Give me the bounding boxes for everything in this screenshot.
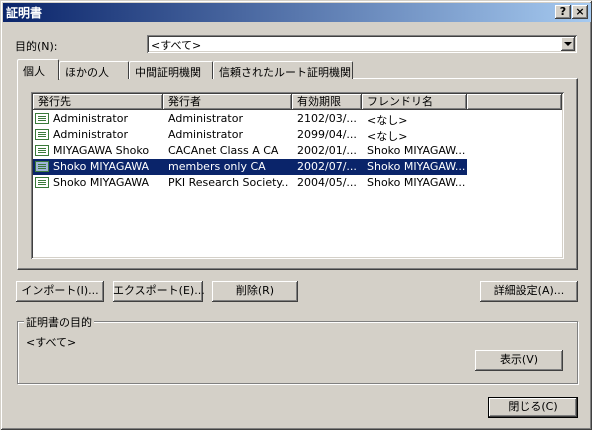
table-row[interactable]: MIYAGAWA Shoko CACAnet Class A CA 2002/0… — [33, 143, 467, 159]
cell-issued-to: MIYAGAWA Shoko — [53, 144, 150, 157]
purposes-value: <すべて> — [26, 336, 77, 349]
help-button[interactable]: ? — [555, 5, 571, 19]
cell-issued-to: Shoko MIYAGAWA — [53, 160, 150, 173]
export-button[interactable]: エクスポート(E)... — [113, 281, 205, 302]
certificate-list[interactable]: 発行先 発行者 有効期限 フレンドリ名 Administrator Admini… — [31, 92, 564, 259]
certificates-dialog: 証明書 ? × 目的(N): <すべて> 個人 ほかの人 中間証明機関 信頼され… — [0, 0, 592, 430]
remove-button[interactable]: 削除(R) — [212, 281, 298, 302]
view-button[interactable]: 表示(V) — [475, 350, 563, 371]
certificate-icon — [35, 113, 49, 124]
table-row[interactable]: Shoko MIYAGAWA PKI Research Society... 2… — [33, 175, 467, 191]
tab-intermediate-ca[interactable]: 中間証明機関 — [129, 61, 213, 79]
cell-friendly-name: Shoko MIYAGAW... — [367, 144, 465, 157]
close-button[interactable]: 閉じる(C) — [488, 397, 578, 418]
column-issued-to[interactable]: 発行先 — [33, 94, 163, 110]
column-expiration[interactable]: 有効期限 — [292, 94, 362, 110]
table-row[interactable]: Administrator Administrator 2099/04/... … — [33, 127, 467, 143]
cell-issued-by: CACAnet Class A CA — [168, 144, 279, 157]
tab-personal[interactable]: 個人 — [17, 59, 59, 80]
cell-issued-to: Administrator — [53, 112, 128, 125]
tab-other-people[interactable]: ほかの人 — [59, 61, 129, 79]
cell-issued-by: Administrator — [168, 128, 243, 141]
table-row[interactable]: Administrator Administrator 2102/03/... … — [33, 111, 467, 127]
cell-issued-to: Administrator — [53, 128, 128, 141]
table-row-selected[interactable]: Shoko MIYAGAWA members only CA 2002/07/.… — [33, 159, 467, 175]
window-title: 証明書 — [6, 6, 43, 20]
advanced-button[interactable]: 詳細設定(A)... — [480, 281, 578, 302]
purpose-value: <すべて> — [151, 39, 202, 52]
cell-issued-to: Shoko MIYAGAWA — [53, 176, 150, 189]
cell-friendly-name: <なし> — [367, 130, 408, 143]
cell-friendly-name: Shoko MIYAGAW... — [367, 160, 465, 173]
import-button[interactable]: インポート(I)... — [16, 281, 104, 302]
cell-expiration: 2002/01/... — [297, 144, 357, 157]
certificate-icon — [35, 129, 49, 140]
title-bar[interactable]: 証明書 ? × — [3, 3, 591, 22]
certificate-icon — [35, 145, 49, 156]
cell-expiration: 2099/04/... — [297, 128, 357, 141]
column-friendly-name[interactable]: フレンドリ名 — [362, 94, 467, 110]
certificate-icon — [35, 177, 49, 188]
certificate-icon — [35, 161, 49, 172]
list-header: 発行先 発行者 有効期限 フレンドリ名 — [33, 94, 562, 110]
cell-friendly-name: <なし> — [367, 114, 408, 127]
purpose-dropdown[interactable]: <すべて> — [147, 35, 577, 53]
cell-issued-by: PKI Research Society... — [168, 176, 288, 189]
tab-trusted-root-ca[interactable]: 信頼されたルート証明機関 — [213, 61, 353, 79]
certificate-purposes-group: 証明書の目的 <すべて> 表示(V) — [17, 314, 578, 384]
group-legend: 証明書の目的 — [24, 314, 94, 330]
cell-expiration: 2002/07/... — [297, 160, 357, 173]
cell-expiration: 2004/05/... — [297, 176, 357, 189]
column-issued-by[interactable]: 発行者 — [163, 94, 292, 110]
chevron-down-icon[interactable] — [561, 37, 575, 51]
cell-expiration: 2102/03/... — [297, 112, 357, 125]
purpose-label: 目的(N): — [15, 40, 58, 53]
column-filler — [467, 94, 562, 110]
cell-friendly-name: Shoko MIYAGAW... — [367, 176, 465, 189]
cell-issued-by: Administrator — [168, 112, 243, 125]
cell-issued-by: members only CA — [168, 160, 266, 173]
close-window-button[interactable]: × — [572, 5, 588, 19]
